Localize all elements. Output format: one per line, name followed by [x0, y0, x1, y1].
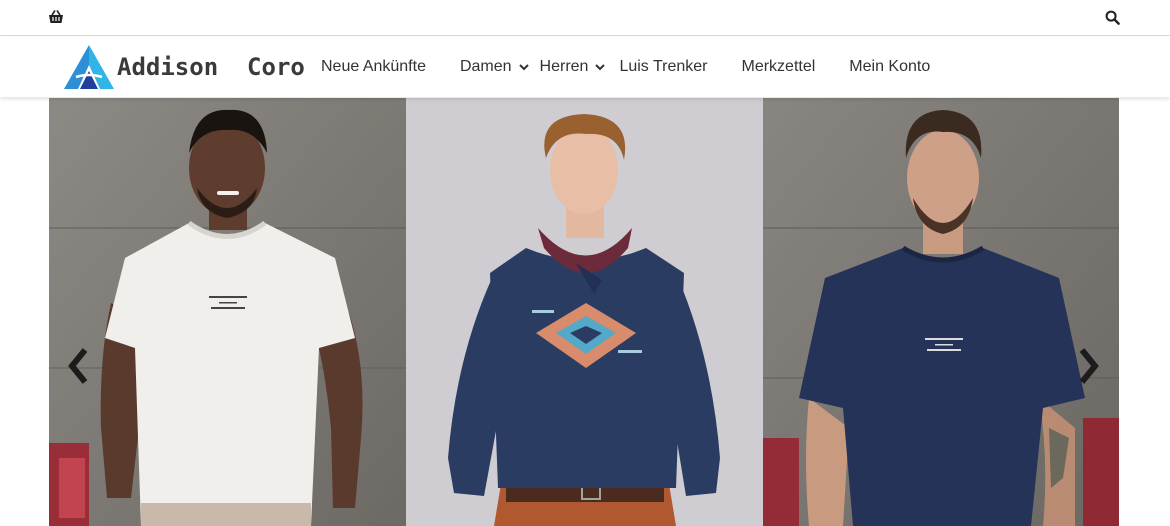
site-logo[interactable]: Addison Coro	[62, 43, 305, 91]
nav-item-mein-konto[interactable]: Mein Konto	[849, 58, 930, 76]
chevron-left-icon[interactable]	[65, 346, 91, 386]
hero-slide-longsleeve[interactable]	[406, 98, 763, 526]
model-image	[406, 98, 763, 526]
nav-item-label: Neue Ankünfte	[321, 58, 426, 75]
nav-item-neue-ankuenfte[interactable]: Neue Ankünfte	[321, 58, 426, 76]
shopping-basket-icon[interactable]	[48, 9, 64, 25]
logo-text: Addison Coro	[117, 53, 305, 81]
nav-item-label: Luis Trenker	[619, 58, 708, 75]
hero-slide-navy-tee[interactable]	[763, 98, 1119, 526]
top-bar	[0, 0, 1170, 36]
nav-item-label: Herren	[539, 58, 589, 75]
main-header: Addison Coro Neue Ankünfte Damen Herren …	[0, 37, 1170, 97]
chevron-down-icon[interactable]	[518, 63, 529, 71]
main-navigation: Neue Ankünfte Damen Herren Luis Trenker …	[321, 37, 930, 97]
search-icon[interactable]	[1105, 10, 1120, 25]
nav-item-label: Damen	[459, 58, 512, 75]
chevron-down-icon[interactable]	[595, 63, 606, 71]
chevron-right-icon[interactable]	[1076, 346, 1102, 386]
nav-item-herren[interactable]: Herren	[540, 58, 606, 76]
model-image	[763, 98, 1119, 526]
nav-item-label: Mein Konto	[849, 58, 931, 75]
nav-item-label: Merkzettel	[741, 58, 816, 75]
nav-item-luis-trenker[interactable]: Luis Trenker	[619, 58, 707, 76]
nav-item-damen[interactable]: Damen	[460, 58, 529, 76]
logo-mark-icon	[64, 45, 114, 89]
nav-item-merkzettel[interactable]: Merkzettel	[742, 58, 816, 76]
hero-slide-white-tee[interactable]	[49, 98, 406, 526]
model-image	[49, 98, 406, 526]
hero-slider	[49, 98, 1119, 526]
